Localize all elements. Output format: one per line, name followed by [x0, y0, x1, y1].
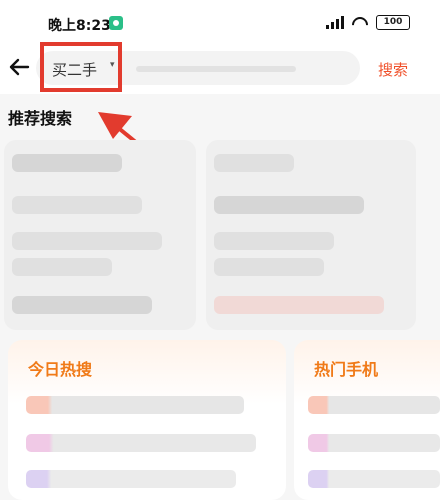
- hot-search-item[interactable]: [26, 470, 236, 488]
- blurred-suggestion[interactable]: [214, 296, 384, 314]
- suggestion-card-right: [206, 140, 416, 330]
- blurred-suggestion[interactable]: [12, 296, 152, 314]
- hot-phones-card: 热门手机: [294, 340, 440, 500]
- blurred-suggestion[interactable]: [214, 196, 364, 214]
- hot-search-item[interactable]: [26, 396, 244, 414]
- hot-phone-item[interactable]: [308, 470, 440, 488]
- blurred-suggestion[interactable]: [214, 232, 334, 250]
- hot-search-card: 今日热搜: [8, 340, 286, 500]
- blurred-suggestion[interactable]: [12, 196, 142, 214]
- hot-search-item[interactable]: [26, 434, 256, 452]
- hot-phone-item[interactable]: [308, 396, 440, 414]
- hot-phones-title: 热门手机: [314, 360, 379, 379]
- suggestion-card-left: [4, 140, 196, 330]
- blurred-suggestion[interactable]: [12, 232, 162, 250]
- hot-phone-item[interactable]: [308, 434, 440, 452]
- blurred-suggestion[interactable]: [12, 154, 122, 172]
- hot-search-title: 今日热搜: [28, 360, 93, 379]
- blurred-suggestion[interactable]: [12, 258, 112, 276]
- blurred-suggestion[interactable]: [214, 258, 324, 276]
- blurred-suggestion[interactable]: [214, 154, 294, 172]
